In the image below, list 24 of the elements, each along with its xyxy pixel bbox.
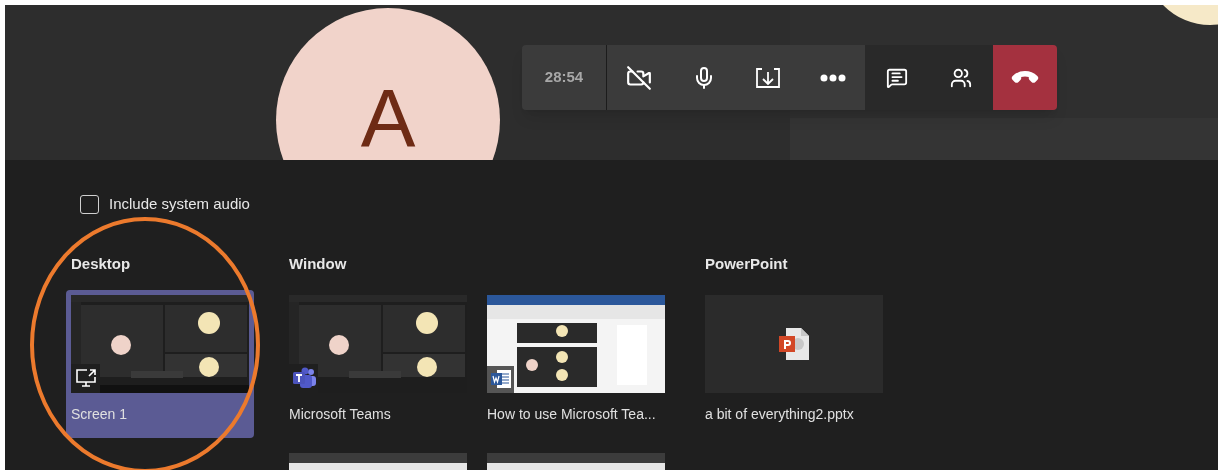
- section-heading: Desktop: [70, 254, 132, 273]
- screen-share-icon: [71, 363, 100, 393]
- camera-off-icon: [626, 64, 653, 91]
- more-icon: [819, 73, 846, 82]
- option-label: Microsoft Teams: [289, 404, 392, 423]
- checkbox[interactable]: [80, 194, 99, 214]
- call-timer: 28:54: [522, 45, 607, 110]
- option-label: a bit of everything2.pptx: [705, 404, 855, 423]
- section-heading: PowerPoint: [704, 254, 789, 273]
- share-option-card[interactable]: Microsoft Teams: [284, 289, 472, 438]
- powerpoint-file-icon: [778, 326, 810, 361]
- checkbox-label: Include system audio: [109, 194, 250, 214]
- avatar-initial: A: [360, 73, 416, 160]
- option-label: Screen 1: [71, 404, 129, 423]
- people-icon: [950, 66, 972, 89]
- option-label: How to use Microsoft Tea...: [487, 404, 657, 423]
- share-option-card[interactable]: Screen 1: [66, 289, 254, 438]
- chat-icon: [886, 66, 908, 89]
- section-heading: Window: [288, 254, 348, 273]
- share-option-card[interactable]: How to use Microsoft Tea...: [482, 289, 670, 438]
- word-logo-icon: [487, 365, 514, 393]
- hang-up-button[interactable]: [993, 45, 1057, 110]
- tray-download-icon: [754, 65, 783, 90]
- share-option-card[interactable]: a bit of everything2.pptx: [700, 289, 888, 438]
